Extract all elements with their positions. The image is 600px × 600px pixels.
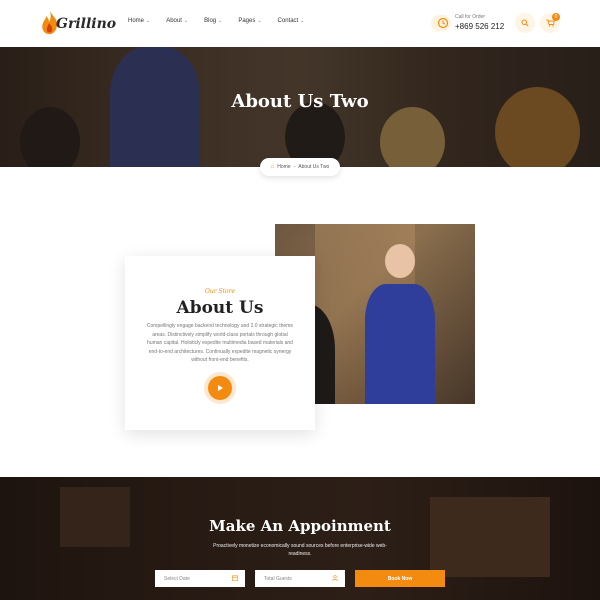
guests-field[interactable]: Total Guests [255, 570, 345, 587]
call-number[interactable]: +869 526 212 [455, 22, 504, 31]
page-hero: About Us Two [0, 47, 600, 167]
nav-item-pages[interactable]: Pages ⌄ [238, 18, 261, 24]
appointment-section: Make An Appoinment Proactively monetize … [0, 477, 600, 600]
chevron-down-icon: ⌄ [183, 18, 189, 24]
about-title: About Us [176, 298, 264, 318]
search-button[interactable] [515, 13, 535, 33]
guests-placeholder: Total Guests [264, 575, 292, 582]
page-title: About Us Two [231, 91, 369, 112]
nav-item-label: Contact [277, 18, 299, 24]
call-for-order[interactable]: Call for Order +869 526 212 [431, 13, 505, 33]
nav-item-about[interactable]: About ⌄ [166, 18, 188, 24]
about-eyebrow: Our Store [204, 288, 236, 295]
breadcrumb: ⌂ Home - About Us Two [260, 158, 340, 176]
book-now-button[interactable]: Book Now [355, 570, 445, 587]
appointment-subtitle: Proactively monetize economically sound … [213, 543, 387, 557]
play-video-button[interactable] [208, 376, 232, 400]
chevron-down-icon: ⌄ [300, 18, 305, 24]
home-icon: ⌂ [270, 164, 275, 170]
date-placeholder: Select Date [164, 575, 190, 582]
date-field[interactable]: Select Date [155, 570, 245, 587]
main-nav: Home ⌄ About ⌄ Blog ⌄ Pages ⌄ Contact ⌄ [128, 18, 320, 24]
brand-logo[interactable]: Grillino [40, 8, 116, 40]
cart-count-badge: 0 [552, 13, 560, 21]
about-card: Our Store About Us Compellingly engage b… [125, 256, 315, 430]
search-icon [521, 19, 529, 27]
chevron-down-icon: ⌄ [218, 18, 223, 24]
chevron-down-icon: ⌄ [257, 18, 262, 24]
breadcrumb-separator: - [293, 164, 296, 170]
breadcrumb-home-link[interactable]: Home [277, 164, 290, 170]
calendar-icon [232, 575, 238, 581]
nav-item-contact[interactable]: Contact ⌄ [278, 18, 305, 24]
appointment-title: Make An Appoinment [209, 517, 391, 535]
about-text: Compellingly engage backend technology a… [146, 323, 294, 364]
site-header: Grillino Home ⌄ About ⌄ Blog ⌄ Pages ⌄ C… [0, 0, 600, 47]
nav-item-label: About [166, 18, 182, 24]
nav-item-label: Blog [204, 18, 217, 24]
breadcrumb-current: About Us Two [298, 164, 330, 170]
nav-item-home[interactable]: Home ⌄ [128, 18, 150, 24]
nav-item-label: Pages [238, 18, 256, 24]
nav-item-label: Home [128, 18, 145, 24]
play-icon [218, 385, 223, 391]
call-label: Call for Order [455, 14, 486, 20]
user-icon [332, 575, 338, 581]
chevron-down-icon: ⌄ [146, 18, 151, 24]
clock-icon [431, 15, 451, 31]
nav-item-blog[interactable]: Blog ⌄ [204, 18, 222, 24]
brand-name: Grillino [56, 16, 117, 32]
